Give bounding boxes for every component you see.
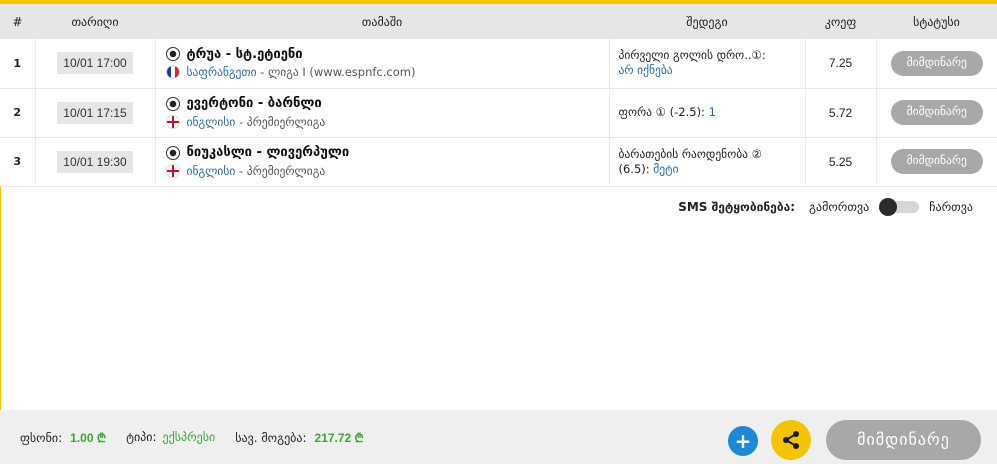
league-separator: - <box>235 163 247 178</box>
header-match: თამაში <box>155 4 609 39</box>
league-separator: - <box>256 65 268 80</box>
odds-value: 5.72 <box>805 88 877 138</box>
england-flag-icon <box>165 163 180 178</box>
header-odds: კოეფ <box>805 4 876 39</box>
bet-market-line: (6.5): <box>618 161 650 176</box>
share-button[interactable] <box>771 420 811 460</box>
header-status: სტატუსი <box>876 4 997 39</box>
sms-toggle[interactable] <box>879 198 920 216</box>
bet-cell: ფორა ① (-2.5): 1 <box>609 88 806 138</box>
sms-label: SMS შეტყობინება: <box>678 200 796 214</box>
table-row: 2 10/01 17:15 ევერტონი - ბარნლი ინგლისი … <box>0 88 997 138</box>
win-label: სავ. მოგება: <box>235 430 307 445</box>
match-title: ევერტონი - ბარნლი <box>186 96 322 111</box>
add-button[interactable]: + <box>728 426 758 456</box>
status-button[interactable]: მიმდინარე <box>890 100 983 125</box>
match-title: ნიუკასლი - ლივერპული <box>186 145 350 160</box>
england-flag-icon <box>165 114 180 129</box>
header-number: # <box>0 4 35 39</box>
header-result: შედეგი <box>609 4 805 39</box>
soccer-ball-icon <box>165 96 180 111</box>
soccer-ball-icon <box>165 47 180 62</box>
league-separator: - <box>235 114 247 129</box>
status-button[interactable]: მიმდინარე <box>890 50 983 76</box>
table-row: 3 10/01 19:30 ნიუკასლი - ლივერპული ინგლი… <box>0 137 997 187</box>
sms-off-label[interactable]: გამორთვა <box>809 200 869 214</box>
stake-value: 1.00 ₾ <box>70 430 107 445</box>
odds-value: 7.25 <box>805 39 877 89</box>
sms-on-label[interactable]: ჩართვა <box>929 200 973 214</box>
type-summary: ტიპი: ექსპრესი <box>126 430 215 444</box>
bet-market: ფორა ① (-2.5): <box>618 105 705 119</box>
france-flag-icon <box>165 65 180 80</box>
sms-toggle-knob <box>879 198 898 216</box>
bet-market: პირველი გოლის დრო..①: <box>618 48 766 63</box>
stake-summary: ფსონი: 1.00 ₾ <box>20 429 106 446</box>
left-accent-edge <box>0 186 1 410</box>
country-link[interactable]: ინგლისი <box>187 115 236 129</box>
bets-table: # თარიღი თამაში შედეგი კოეფ სტატუსი 1 10… <box>0 4 997 187</box>
country-link[interactable]: საფრანგეთი <box>187 65 257 79</box>
sms-notification-row: SMS შეტყობინება: გამორთვა ჩართვა <box>678 198 973 216</box>
bet-cell: პირველი გოლის დრო..①: არ იქნება <box>609 39 806 89</box>
match-date: 10/01 19:30 <box>57 150 133 173</box>
match-cell: ნიუკასლი - ლივერპული ინგლისი - პრემიერლი… <box>155 137 610 187</box>
bet-selection: არ იქნება <box>618 63 673 78</box>
match-cell: ევერტონი - ბარნლი ინგლისი - პრემიერლიგა <box>155 88 610 138</box>
row-number: 2 <box>0 88 36 138</box>
bet-market: ბარათების რაოდენობა ② <box>618 146 763 161</box>
match-title: ტრუა - სტ.ეტიენი <box>186 46 303 62</box>
table-header-row: # თარიღი თამაში შედეგი კოეფ სტატუსი <box>0 4 997 39</box>
row-number: 3 <box>0 137 36 187</box>
share-icon <box>783 431 799 449</box>
league-name: პრემიერლიგა <box>246 114 326 129</box>
bet-selection: 1 <box>708 105 716 119</box>
country-link[interactable]: ინგლისი <box>187 164 236 178</box>
type-value: ექსპრესი <box>162 430 216 444</box>
stake-label: ფსონი: <box>20 430 63 445</box>
bet-selection: მეტი <box>653 161 679 176</box>
ticket-status-button[interactable]: მიმდინარე <box>826 420 981 460</box>
match-date: 10/01 17:15 <box>57 101 133 124</box>
type-label: ტიპი: <box>126 430 157 444</box>
table-row: 1 10/01 17:00 ტრუა - სტ.ეტიენი საფრანგეთ… <box>0 39 997 89</box>
league-name: პრემიერლიგა <box>246 163 326 178</box>
row-number: 1 <box>0 39 36 89</box>
win-summary: სავ. მოგება: 217.72 ₾ <box>235 429 364 446</box>
odds-value: 5.25 <box>805 137 877 187</box>
header-date: თარიღი <box>35 4 155 39</box>
match-cell: ტრუა - სტ.ეტიენი საფრანგეთი - ლიგა I (ww… <box>155 39 610 89</box>
status-button[interactable]: მიმდინარე <box>890 149 983 174</box>
soccer-ball-icon <box>165 145 180 160</box>
league-name: ლიგა I (www.espnfc.com) <box>268 65 416 80</box>
match-date: 10/01 17:00 <box>57 52 133 75</box>
win-value: 217.72 ₾ <box>314 430 364 445</box>
bet-cell: ბარათების რაოდენობა ② (6.5): მეტი <box>609 137 806 187</box>
